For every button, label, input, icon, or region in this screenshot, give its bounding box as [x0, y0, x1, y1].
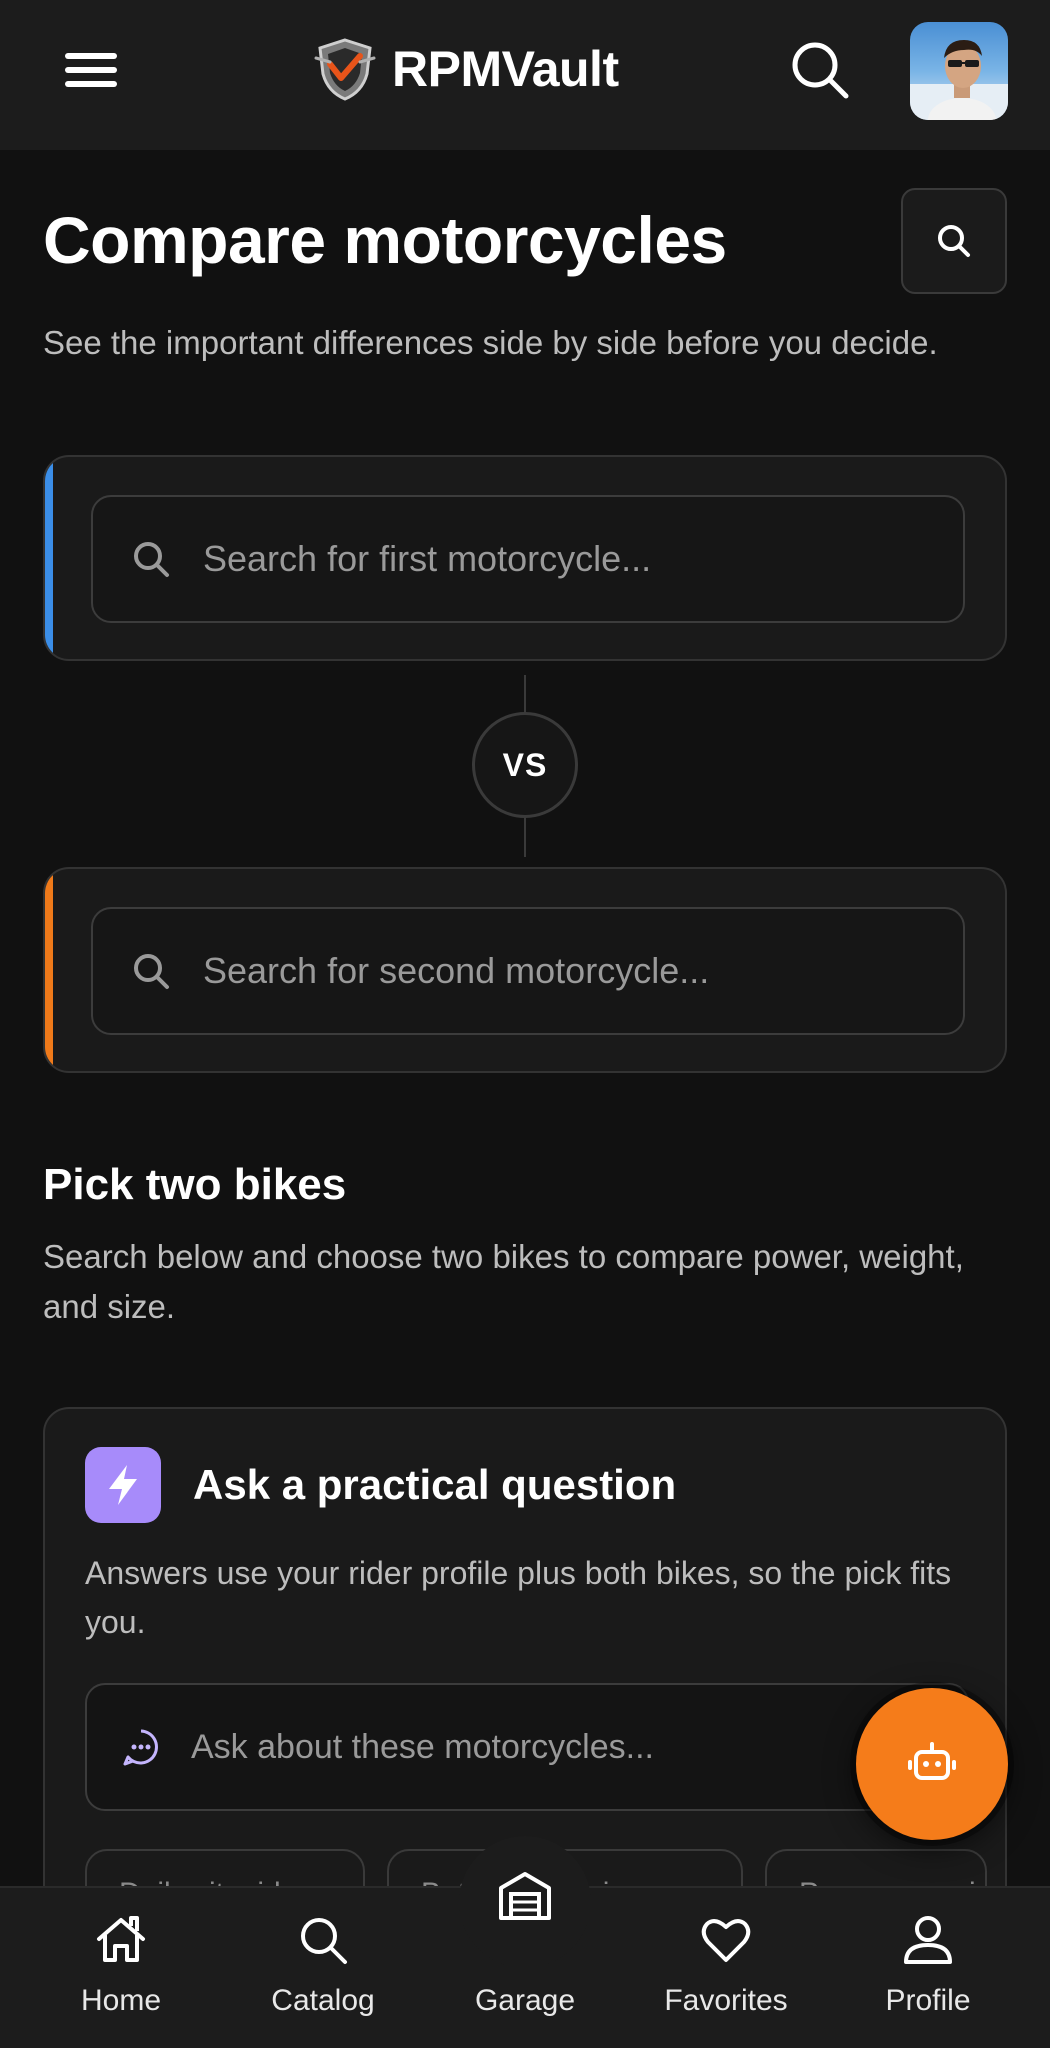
brand-name: RPMVault: [392, 41, 619, 97]
pick-section-title: Pick two bikes: [43, 1160, 347, 1209]
nav-item-home[interactable]: Home: [36, 1888, 206, 2048]
vs-connector-top: [524, 675, 526, 713]
page-subtitle: See the important differences side by si…: [43, 324, 938, 361]
search-icon: [134, 542, 169, 577]
garage-icon: [499, 1872, 551, 1920]
search-icon: [938, 225, 970, 257]
first-motorcycle-input[interactable]: [203, 538, 903, 580]
top-app-bar: RPMVault: [0, 0, 1050, 150]
robot-assistant-icon: [908, 1742, 956, 1780]
user-photo: [910, 40, 1008, 120]
nav-label-favorites: Favorites: [664, 1984, 788, 2017]
search-icon: [134, 954, 169, 989]
ai-assistant-button[interactable]: [856, 1688, 1008, 1840]
nav-label-home: Home: [80, 1984, 162, 2017]
nav-item-profile[interactable]: Profile: [843, 1888, 1013, 2048]
ask-card-description: Answers use your rider profile plus both…: [85, 1555, 952, 1640]
second-motorcycle-input[interactable]: [203, 950, 903, 992]
first-motorcycle-card: [43, 455, 1007, 661]
heart-icon: [701, 1919, 751, 1962]
first-motorcycle-search[interactable]: [91, 495, 965, 623]
page-title: Compare motorcycles: [43, 203, 727, 277]
user-icon: [904, 1916, 952, 1964]
pick-section-description: Search below and choose two bikes to com…: [43, 1238, 964, 1325]
search-button[interactable]: [901, 188, 1007, 294]
garage-button[interactable]: [459, 1836, 591, 1968]
first-accent-bar: [45, 457, 53, 659]
shield-logo-icon: [314, 38, 376, 101]
chat-bubble-icon: [123, 1729, 158, 1766]
second-motorcycle-search[interactable]: [91, 907, 965, 1035]
nav-label-garage: Garage: [474, 1984, 576, 2017]
lightning-icon: [85, 1447, 161, 1523]
vs-connector-bottom: [524, 817, 526, 857]
home-icon: [97, 1916, 145, 1962]
second-motorcycle-card: [43, 867, 1007, 1073]
hamburger-menu-icon[interactable]: [62, 50, 120, 90]
nav-label-profile: Profile: [885, 1984, 971, 2017]
brand[interactable]: RPMVault: [310, 32, 619, 106]
ask-question-input[interactable]: [191, 1727, 891, 1767]
nav-item-catalog[interactable]: Catalog: [238, 1888, 408, 2048]
compare-page: RPMVault Compare motorcycles See the imp…: [0, 0, 1050, 2048]
ask-card-title: Ask a practical question: [193, 1461, 677, 1508]
search-icon[interactable]: [786, 36, 856, 106]
search-icon: [301, 1918, 347, 1964]
nav-item-favorites[interactable]: Favorites: [641, 1888, 811, 2048]
nav-label-catalog: Catalog: [271, 1984, 375, 2017]
vs-badge: VS: [472, 712, 578, 818]
ask-question-field[interactable]: [85, 1683, 969, 1811]
second-accent-bar: [45, 869, 53, 1071]
avatar[interactable]: [910, 22, 1008, 120]
